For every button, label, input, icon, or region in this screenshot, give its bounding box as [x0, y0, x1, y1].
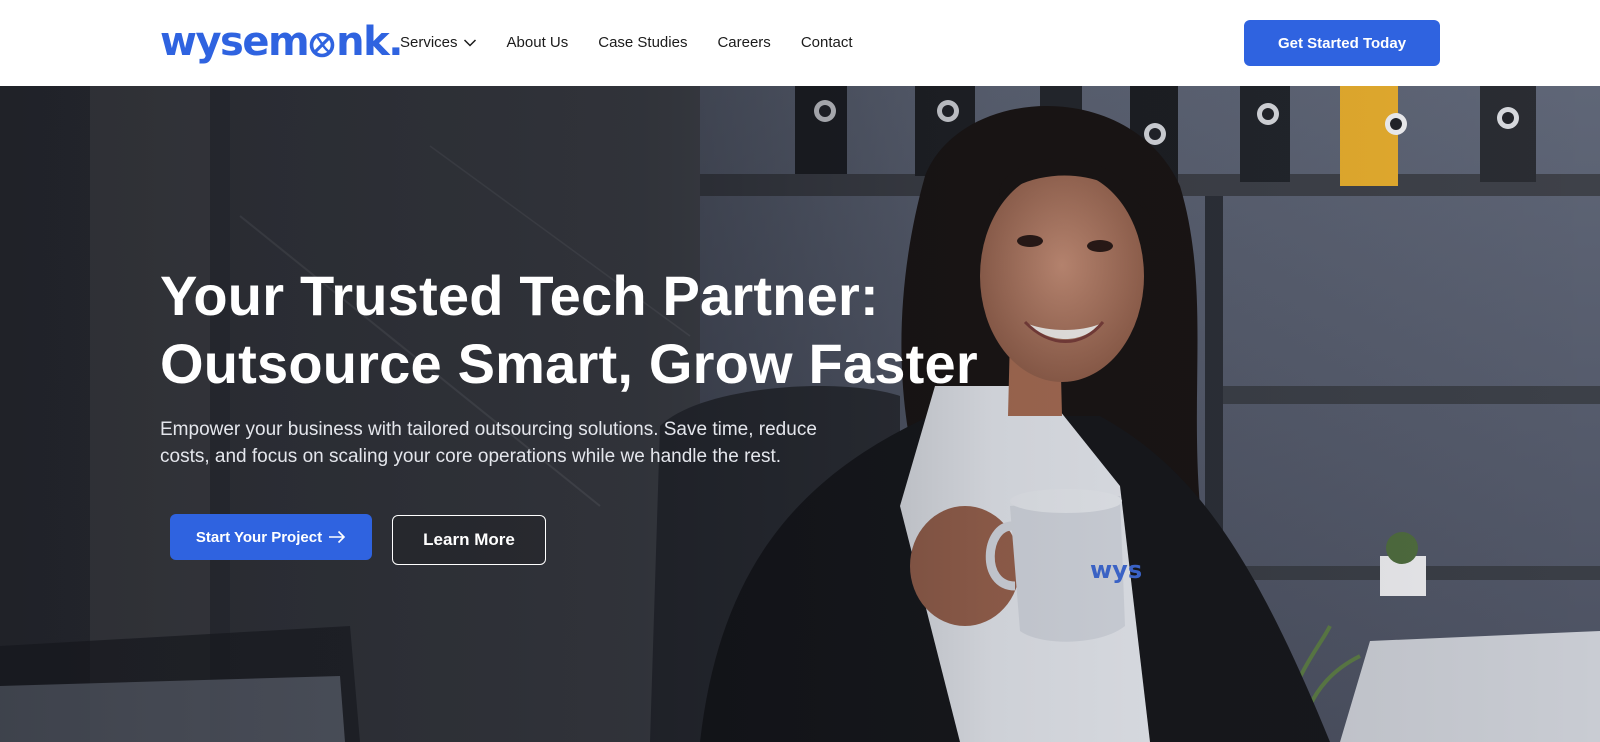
arrow-right-icon — [329, 530, 346, 544]
start-your-project-button[interactable]: Start Your Project — [170, 514, 372, 560]
nav-careers[interactable]: Careers — [717, 34, 770, 51]
main-nav: Services About Us Case Studies Careers C… — [400, 34, 853, 51]
nav-services[interactable]: Services — [400, 34, 477, 51]
chevron-down-icon — [463, 39, 476, 47]
nav-about-us[interactable]: About Us — [507, 34, 569, 51]
hero-section: wys Your Trusted Tech Partner: Outsource… — [0, 86, 1600, 742]
learn-more-button[interactable]: Learn More — [392, 515, 546, 565]
start-your-project-label: Start Your Project — [195, 528, 323, 546]
nav-careers-label: Careers — [717, 34, 771, 51]
brand-logo[interactable]: wysem nk. — [160, 18, 403, 66]
hero-title: Your Trusted Tech Partner: Outsource Sma… — [160, 262, 1020, 398]
hero-overlay — [0, 86, 1600, 742]
hero-subtitle-line-2: costs, and focus on scaling your core op… — [160, 446, 782, 467]
nav-services-label: Services — [400, 34, 458, 51]
hero-subtitle: Empower your business with tailored outs… — [160, 416, 850, 470]
nav-case-studies-label: Case Studies — [598, 34, 688, 51]
hero-title-line-2: Outsource Smart, Grow Faster — [160, 332, 978, 395]
nav-case-studies[interactable]: Case Studies — [598, 34, 687, 51]
site-header: wysem nk. Services About Us Case Studies… — [0, 0, 1600, 86]
logo-o-icon — [309, 32, 335, 58]
hero-title-line-1: Your Trusted Tech Partner: — [160, 264, 879, 327]
nav-about-us-label: About Us — [506, 34, 569, 51]
nav-contact[interactable]: Contact — [801, 34, 853, 51]
hero-subtitle-line-1: Empower your business with tailored outs… — [160, 419, 817, 440]
get-started-button[interactable]: Get Started Today — [1244, 20, 1440, 66]
nav-contact-label: Contact — [800, 34, 853, 51]
